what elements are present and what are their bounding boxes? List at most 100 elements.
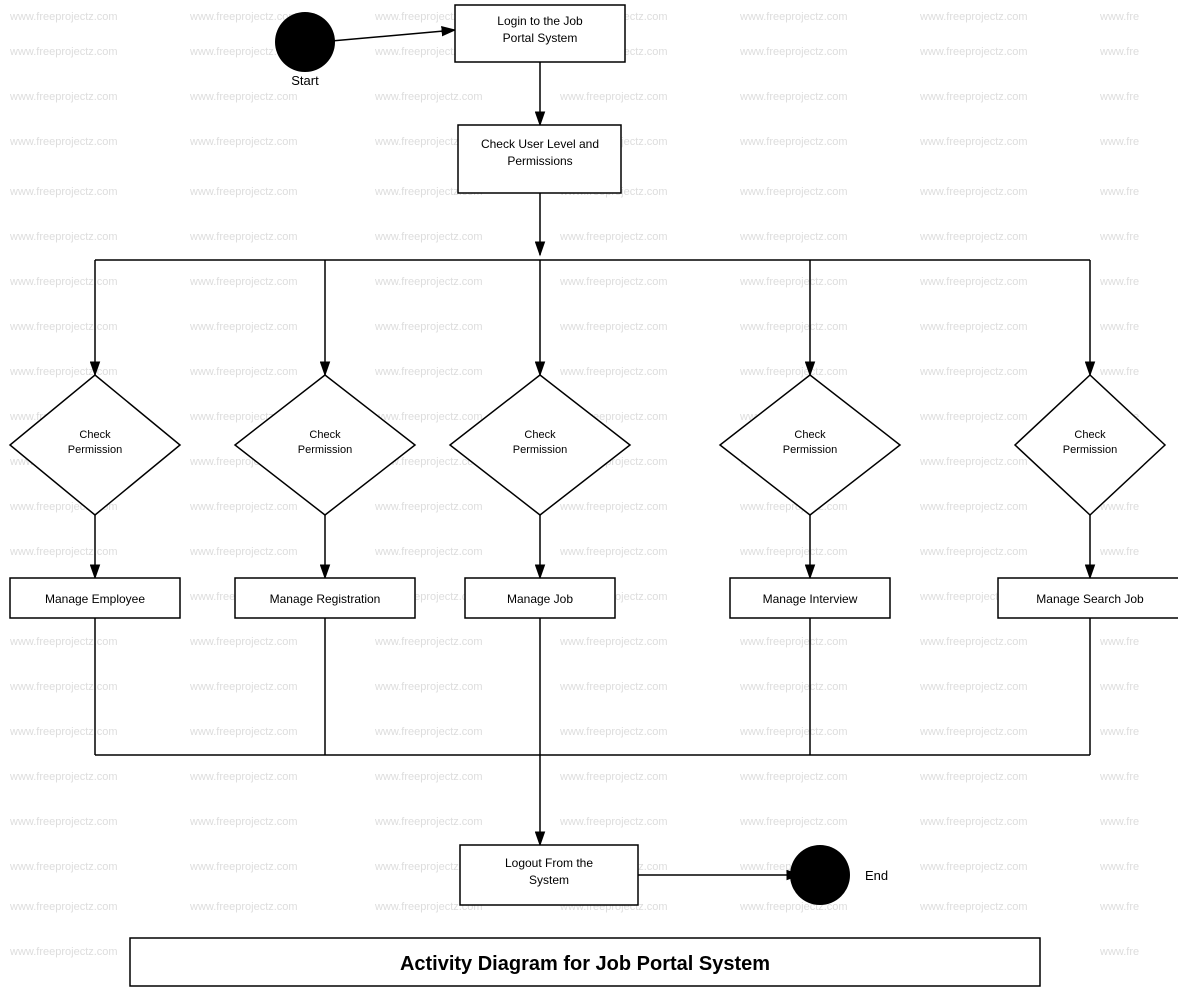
diamond4-text1: Check <box>794 429 826 441</box>
svg-text:www.freeprojectz.com: www.freeprojectz.com <box>919 901 1028 913</box>
svg-text:www.fre: www.fre <box>1099 946 1139 958</box>
svg-text:www.fre: www.fre <box>1099 276 1139 288</box>
svg-text:www.freeprojectz.com: www.freeprojectz.com <box>189 366 298 378</box>
svg-text:www.freeprojectz.com: www.freeprojectz.com <box>919 501 1028 513</box>
svg-text:www.freeprojectz.com: www.freeprojectz.com <box>919 816 1028 828</box>
svg-text:www.freeprojectz.com: www.freeprojectz.com <box>9 816 118 828</box>
svg-text:www.freeprojectz.com: www.freeprojectz.com <box>559 636 668 648</box>
check-perms-line2: Permissions <box>507 154 572 168</box>
svg-text:www.freeprojectz.com: www.freeprojectz.com <box>374 681 483 693</box>
svg-text:www.freeprojectz.com: www.freeprojectz.com <box>9 231 118 243</box>
svg-text:www.freeprojectz.com: www.freeprojectz.com <box>189 231 298 243</box>
svg-text:www.freeprojectz.com: www.freeprojectz.com <box>919 861 1028 873</box>
svg-text:www.freeprojectz.com: www.freeprojectz.com <box>739 231 848 243</box>
svg-text:www.freeprojectz.com: www.freeprojectz.com <box>739 816 848 828</box>
svg-text:www.freeprojectz.com: www.freeprojectz.com <box>9 46 118 58</box>
svg-text:www.freeprojectz.com: www.freeprojectz.com <box>9 546 118 558</box>
svg-text:www.freeprojectz.com: www.freeprojectz.com <box>9 636 118 648</box>
svg-text:www.freeprojectz.com: www.freeprojectz.com <box>374 771 483 783</box>
svg-text:www.freeprojectz.com: www.freeprojectz.com <box>9 321 118 333</box>
svg-text:www.freeprojectz.com: www.freeprojectz.com <box>919 546 1028 558</box>
svg-text:www.freeprojectz.com: www.freeprojectz.com <box>919 46 1028 58</box>
svg-text:www.fre: www.fre <box>1099 11 1139 23</box>
login-text-line2: Portal System <box>503 31 578 45</box>
svg-text:www.freeprojectz.com: www.freeprojectz.com <box>739 11 848 23</box>
svg-text:www.freeprojectz.com: www.freeprojectz.com <box>189 276 298 288</box>
svg-text:www.freeprojectz.com: www.freeprojectz.com <box>919 681 1028 693</box>
svg-text:www.freeprojectz.com: www.freeprojectz.com <box>919 136 1028 148</box>
svg-text:www.freeprojectz.com: www.freeprojectz.com <box>374 411 483 423</box>
svg-text:www.freeprojectz.com: www.freeprojectz.com <box>9 726 118 738</box>
svg-text:www.freeprojectz.com: www.freeprojectz.com <box>189 136 298 148</box>
svg-text:www.freeprojectz.com: www.freeprojectz.com <box>9 901 118 913</box>
svg-text:www.fre: www.fre <box>1099 636 1139 648</box>
svg-text:www.freeprojectz.com: www.freeprojectz.com <box>739 771 848 783</box>
svg-text:www.freeprojectz.com: www.freeprojectz.com <box>9 11 118 23</box>
svg-text:www.freeprojectz.com: www.freeprojectz.com <box>374 816 483 828</box>
svg-text:www.freeprojectz.com: www.freeprojectz.com <box>919 411 1028 423</box>
svg-text:www.freeprojectz.com: www.freeprojectz.com <box>189 546 298 558</box>
svg-text:www.freeprojectz.com: www.freeprojectz.com <box>739 901 848 913</box>
svg-text:www.freeprojectz.com: www.freeprojectz.com <box>374 636 483 648</box>
diamond4-text2: Permission <box>783 444 837 456</box>
svg-text:www.freeprojectz.com: www.freeprojectz.com <box>9 946 118 958</box>
svg-text:www.fre: www.fre <box>1099 136 1139 148</box>
svg-text:www.fre: www.fre <box>1099 91 1139 103</box>
diamond3-text2: Permission <box>513 444 567 456</box>
svg-text:www.freeprojectz.com: www.freeprojectz.com <box>559 91 668 103</box>
svg-text:www.freeprojectz.com: www.freeprojectz.com <box>739 726 848 738</box>
svg-text:www.freeprojectz.com: www.freeprojectz.com <box>919 456 1028 468</box>
svg-text:www.freeprojectz.com: www.freeprojectz.com <box>189 321 298 333</box>
svg-text:www.freeprojectz.com: www.freeprojectz.com <box>739 91 848 103</box>
svg-text:www.freeprojectz.com: www.freeprojectz.com <box>374 546 483 558</box>
manage-job-text: Manage Job <box>507 592 573 606</box>
svg-text:www.freeprojectz.com: www.freeprojectz.com <box>739 276 848 288</box>
login-text-line1: Login to the Job <box>497 14 583 28</box>
svg-text:www.freeprojectz.com: www.freeprojectz.com <box>189 91 298 103</box>
diamond1-text2: Permission <box>68 444 122 456</box>
check-perms-line1: Check User Level and <box>481 137 599 151</box>
svg-text:www.fre: www.fre <box>1099 46 1139 58</box>
svg-text:www.freeprojectz.com: www.freeprojectz.com <box>559 546 668 558</box>
svg-text:www.freeprojectz.com: www.freeprojectz.com <box>739 46 848 58</box>
svg-text:www.freeprojectz.com: www.freeprojectz.com <box>919 91 1028 103</box>
svg-text:www.freeprojectz.com: www.freeprojectz.com <box>919 726 1028 738</box>
manage-search-job-text: Manage Search Job <box>1036 592 1144 606</box>
svg-text:www.freeprojectz.com: www.freeprojectz.com <box>559 276 668 288</box>
svg-text:www.freeprojectz.com: www.freeprojectz.com <box>9 366 118 378</box>
svg-text:www.freeprojectz.com: www.freeprojectz.com <box>189 861 298 873</box>
diamond1-text1: Check <box>79 429 111 441</box>
svg-text:www.fre: www.fre <box>1099 901 1139 913</box>
diagram-container: www.freeprojectz.com www.freeprojectz.co… <box>0 0 1178 994</box>
svg-text:www.freeprojectz.com: www.freeprojectz.com <box>189 901 298 913</box>
svg-text:www.freeprojectz.com: www.freeprojectz.com <box>189 501 298 513</box>
svg-text:www.freeprojectz.com: www.freeprojectz.com <box>919 186 1028 198</box>
svg-text:www.freeprojectz.com: www.freeprojectz.com <box>374 91 483 103</box>
end-label: End <box>865 868 888 883</box>
svg-text:www.freeprojectz.com: www.freeprojectz.com <box>374 231 483 243</box>
end-circle <box>790 845 850 905</box>
svg-text:www.freeprojectz.com: www.freeprojectz.com <box>9 861 118 873</box>
svg-text:www.freeprojectz.com: www.freeprojectz.com <box>9 91 118 103</box>
svg-text:www.freeprojectz.com: www.freeprojectz.com <box>189 771 298 783</box>
svg-text:www.freeprojectz.com: www.freeprojectz.com <box>189 681 298 693</box>
svg-text:www.fre: www.fre <box>1099 681 1139 693</box>
diamond3-text1: Check <box>524 429 556 441</box>
diamond2-text1: Check <box>309 429 341 441</box>
svg-text:www.fre: www.fre <box>1099 186 1139 198</box>
svg-text:www.freeprojectz.com: www.freeprojectz.com <box>919 11 1028 23</box>
svg-text:www.fre: www.fre <box>1099 546 1139 558</box>
svg-text:www.freeprojectz.com: www.freeprojectz.com <box>739 546 848 558</box>
svg-text:www.freeprojectz.com: www.freeprojectz.com <box>189 636 298 648</box>
svg-text:www.freeprojectz.com: www.freeprojectz.com <box>189 11 298 23</box>
svg-text:www.freeprojectz.com: www.freeprojectz.com <box>559 321 668 333</box>
svg-text:www.freeprojectz.com: www.freeprojectz.com <box>9 276 118 288</box>
manage-employee-text: Manage Employee <box>45 592 145 606</box>
svg-text:www.freeprojectz.com: www.freeprojectz.com <box>559 231 668 243</box>
svg-text:www.fre: www.fre <box>1099 231 1139 243</box>
svg-text:www.freeprojectz.com: www.freeprojectz.com <box>9 771 118 783</box>
svg-text:www.fre: www.fre <box>1099 861 1139 873</box>
svg-text:www.freeprojectz.com: www.freeprojectz.com <box>919 366 1028 378</box>
svg-text:www.freeprojectz.com: www.freeprojectz.com <box>374 726 483 738</box>
diamond5-text2: Permission <box>1063 444 1117 456</box>
